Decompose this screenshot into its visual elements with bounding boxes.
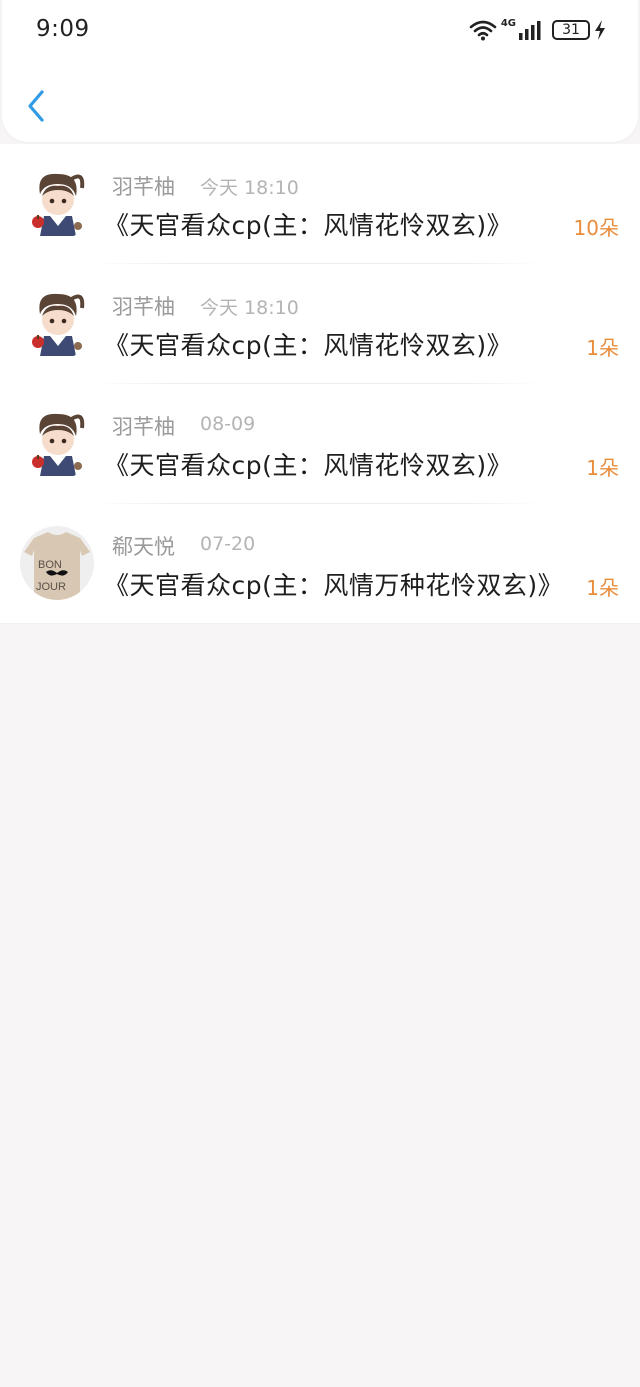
chibi-character-avatar — [20, 166, 94, 240]
chibi-character-avatar — [20, 286, 94, 360]
user-avatar[interactable]: BON JOUR — [20, 526, 94, 600]
user-avatar[interactable] — [20, 166, 94, 240]
flower-count: 1朵 — [586, 336, 619, 360]
cellular-signal-icon — [518, 19, 544, 41]
flower-count: 10朵 — [573, 216, 619, 240]
tshirt-text-bottom: JOUR — [36, 581, 66, 593]
charging-icon — [594, 19, 606, 41]
flower-count: 1朵 — [586, 576, 619, 600]
battery-icon: 31 — [552, 20, 590, 40]
bonjour-tshirt-avatar: BON JOUR — [20, 526, 94, 600]
chibi-character-avatar — [20, 406, 94, 480]
sender-username: 羽芊柚 — [112, 295, 175, 319]
send-time: 07-20 — [200, 533, 256, 555]
user-avatar[interactable] — [20, 286, 94, 360]
send-time: 今天 18:10 — [200, 297, 299, 319]
sender-username: 郗天悦 — [112, 535, 175, 559]
list-item[interactable]: 羽芊柚 今天 18:10 《天官看众cp(主：风情花怜双玄)》 10朵 — [0, 144, 640, 264]
status-icons: 4G 31 — [469, 17, 606, 43]
back-button[interactable] — [20, 88, 52, 128]
status-bar: 9:09 4G 31 — [0, 0, 640, 62]
status-time: 9:09 — [36, 16, 90, 42]
book-title: 《天官看众cp(主：风情万种花怜双玄)》 — [104, 571, 564, 600]
book-title: 《天官看众cp(主：风情花怜双玄)》 — [104, 211, 513, 240]
chevron-left-icon — [26, 89, 46, 127]
battery-level: 31 — [562, 22, 580, 38]
sender-username: 羽芊柚 — [112, 175, 175, 199]
list-item[interactable]: BON JOUR 郗天悦 07-20 《天官看众cp(主：风情万种花怜双玄)》 … — [0, 504, 640, 624]
book-title: 《天官看众cp(主：风情花怜双玄)》 — [104, 451, 513, 480]
sender-username: 羽芊柚 — [112, 415, 175, 439]
send-time: 今天 18:10 — [200, 177, 299, 199]
network-type-label: 4G — [500, 17, 516, 29]
list-item[interactable]: 羽芊柚 今天 18:10 《天官看众cp(主：风情花怜双玄)》 1朵 — [0, 264, 640, 384]
flower-gift-list: 羽芊柚 今天 18:10 《天官看众cp(主：风情花怜双玄)》 10朵 羽芊柚 — [0, 144, 640, 624]
flower-count: 1朵 — [586, 456, 619, 480]
tshirt-text-top: BON — [38, 559, 62, 571]
send-time: 08-09 — [200, 413, 256, 435]
book-title: 《天官看众cp(主：风情花怜双玄)》 — [104, 331, 513, 360]
wifi-icon — [469, 19, 497, 41]
user-avatar[interactable] — [20, 406, 94, 480]
divider — [0, 623, 640, 624]
list-item[interactable]: 羽芊柚 08-09 《天官看众cp(主：风情花怜双玄)》 1朵 — [0, 384, 640, 504]
